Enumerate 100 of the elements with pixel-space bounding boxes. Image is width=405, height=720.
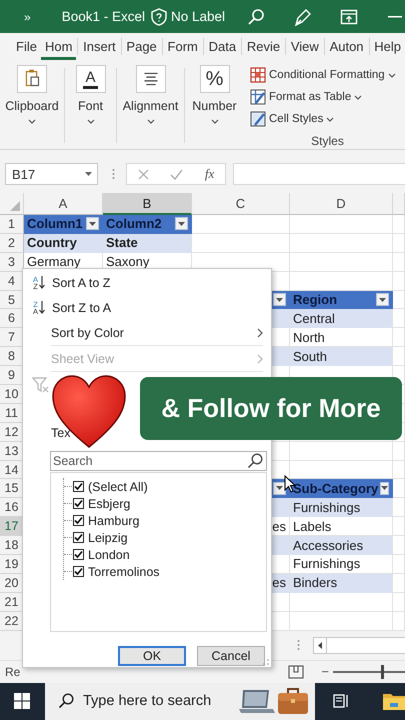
sensitivity-label-button[interactable]: No Label — [170, 9, 226, 24]
filter-button[interactable] — [380, 482, 390, 495]
row-header[interactable]: 8 — [0, 347, 24, 366]
row-header[interactable]: 9 — [0, 366, 24, 386]
ok-button[interactable]: OK — [118, 646, 186, 666]
column-title: Column2 — [106, 216, 163, 232]
row-header[interactable]: 10 — [0, 385, 24, 404]
table-cell — [393, 309, 405, 328]
name-box[interactable]: B17 — [5, 163, 98, 185]
grip-icon — [297, 639, 300, 652]
conditional-formatting-button[interactable]: Conditional Formatting — [250, 64, 405, 86]
row-header[interactable]: 7 — [0, 328, 24, 348]
check-icon — [170, 168, 184, 180]
chevron-down-icon — [210, 119, 218, 124]
task-view-icon[interactable] — [333, 693, 349, 710]
checkbox[interactable] — [73, 515, 84, 526]
caret-icon — [276, 486, 283, 490]
table-cell — [393, 252, 405, 272]
table-cell — [393, 328, 405, 348]
insert-function-button[interactable]: fx — [204, 166, 214, 182]
filter-button[interactable] — [273, 293, 286, 306]
column-header[interactable]: A — [24, 193, 103, 215]
filter-button[interactable] — [86, 217, 99, 230]
menu-item[interactable]: Sort by Color — [23, 320, 271, 345]
alignment-button[interactable]: Alignment — [117, 60, 184, 149]
clipboard-button[interactable]: Clipboard — [0, 60, 64, 149]
slider-thumb[interactable] — [381, 664, 384, 679]
filter-button[interactable] — [376, 293, 389, 306]
font-icon: A — [76, 65, 106, 93]
checkbox[interactable] — [73, 549, 84, 560]
format-as-table-button[interactable]: Format as Table — [250, 86, 405, 108]
row-header[interactable]: 15 — [0, 479, 24, 498]
row-header[interactable]: 19 — [0, 555, 24, 574]
checkbox-label[interactable]: Leipzig — [88, 530, 128, 544]
checkbox[interactable] — [73, 481, 84, 492]
table-cell: North — [290, 328, 393, 348]
chevron-down-icon — [86, 119, 94, 124]
ribbon-tab[interactable]: Form — [164, 33, 202, 60]
formula-field[interactable] — [233, 163, 405, 185]
checkbox-label[interactable]: Torremolinos — [88, 564, 160, 578]
scroll-left-button[interactable] — [313, 636, 327, 654]
table-cell: Binders — [290, 574, 393, 593]
ribbon-tab[interactable]: File — [12, 33, 41, 60]
page-icon[interactable] — [288, 664, 304, 679]
row-header[interactable]: 16 — [0, 498, 24, 518]
caret-icon — [381, 486, 388, 490]
row-header[interactable]: 2 — [0, 234, 24, 253]
cancel-button[interactable]: Cancel — [197, 646, 265, 666]
ribbon-tab[interactable]: Auton — [326, 33, 368, 60]
checkbox[interactable] — [73, 498, 84, 509]
row-header[interactable]: 3 — [0, 252, 24, 272]
zoom-out-button[interactable]: − — [321, 664, 329, 680]
row-header[interactable]: 6 — [0, 309, 24, 328]
search-icon[interactable] — [247, 8, 266, 26]
resize-grip-icon[interactable] — [262, 658, 269, 665]
table-cell — [393, 460, 405, 480]
ribbon-tab[interactable]: Data — [204, 33, 240, 60]
taskbar-search-field[interactable]: Type here to search — [45, 682, 315, 720]
table-cell — [393, 272, 405, 291]
row-header[interactable]: 1 — [0, 215, 24, 234]
column-header[interactable]: B — [103, 193, 192, 215]
minimize-icon[interactable] — [388, 16, 402, 18]
cell-brush-icon — [250, 111, 266, 127]
filter-button[interactable] — [273, 482, 286, 495]
pen-icon[interactable] — [293, 6, 314, 26]
ribbon-tab[interactable]: View — [286, 33, 323, 60]
checkbox-label[interactable]: (Select All) — [88, 480, 148, 494]
windows-logo-icon[interactable] — [14, 693, 30, 710]
checkbox-label[interactable]: Esbjerg — [88, 496, 130, 510]
table-cell: Accessories — [290, 536, 393, 556]
table-cell — [393, 234, 405, 253]
chevron-down-icon — [28, 119, 36, 124]
column-header[interactable]: D — [290, 193, 393, 215]
row-header[interactable]: 17 — [0, 517, 24, 536]
filter-button[interactable] — [175, 217, 188, 230]
checkbox[interactable] — [73, 532, 84, 543]
status-text: Re — [5, 664, 20, 679]
search-input[interactable]: Search — [53, 454, 247, 468]
cell-styles-button[interactable]: Cell Styles — [250, 108, 405, 130]
ribbon-tab[interactable]: Help — [370, 33, 405, 60]
checkbox-label[interactable]: London — [88, 548, 130, 562]
table-cell: Central — [290, 309, 393, 328]
ribbon-tab[interactable]: Revie — [242, 33, 284, 60]
table-cell — [393, 574, 405, 593]
ribbon-tab[interactable]: Page — [122, 33, 161, 60]
checkbox-label[interactable]: Hamburg — [88, 514, 140, 528]
column-header[interactable]: C — [192, 193, 290, 215]
folder-icon[interactable] — [383, 692, 405, 710]
checkbox[interactable] — [73, 566, 84, 577]
row-header[interactable]: 18 — [0, 536, 24, 556]
scrollbar[interactable] — [327, 636, 405, 654]
ribbon-tab[interactable]: Insert — [79, 33, 120, 60]
font-button[interactable]: A Font — [65, 60, 116, 149]
caret-icon — [379, 298, 386, 302]
menu-item[interactable]: Tex — [23, 420, 70, 445]
quick-access-button[interactable]: » — [24, 10, 31, 24]
search-field[interactable]: Search — [50, 451, 267, 471]
number-button[interactable]: % Number — [185, 60, 244, 149]
table-grid-icon — [250, 67, 266, 83]
funnel-x-icon — [32, 376, 50, 394]
